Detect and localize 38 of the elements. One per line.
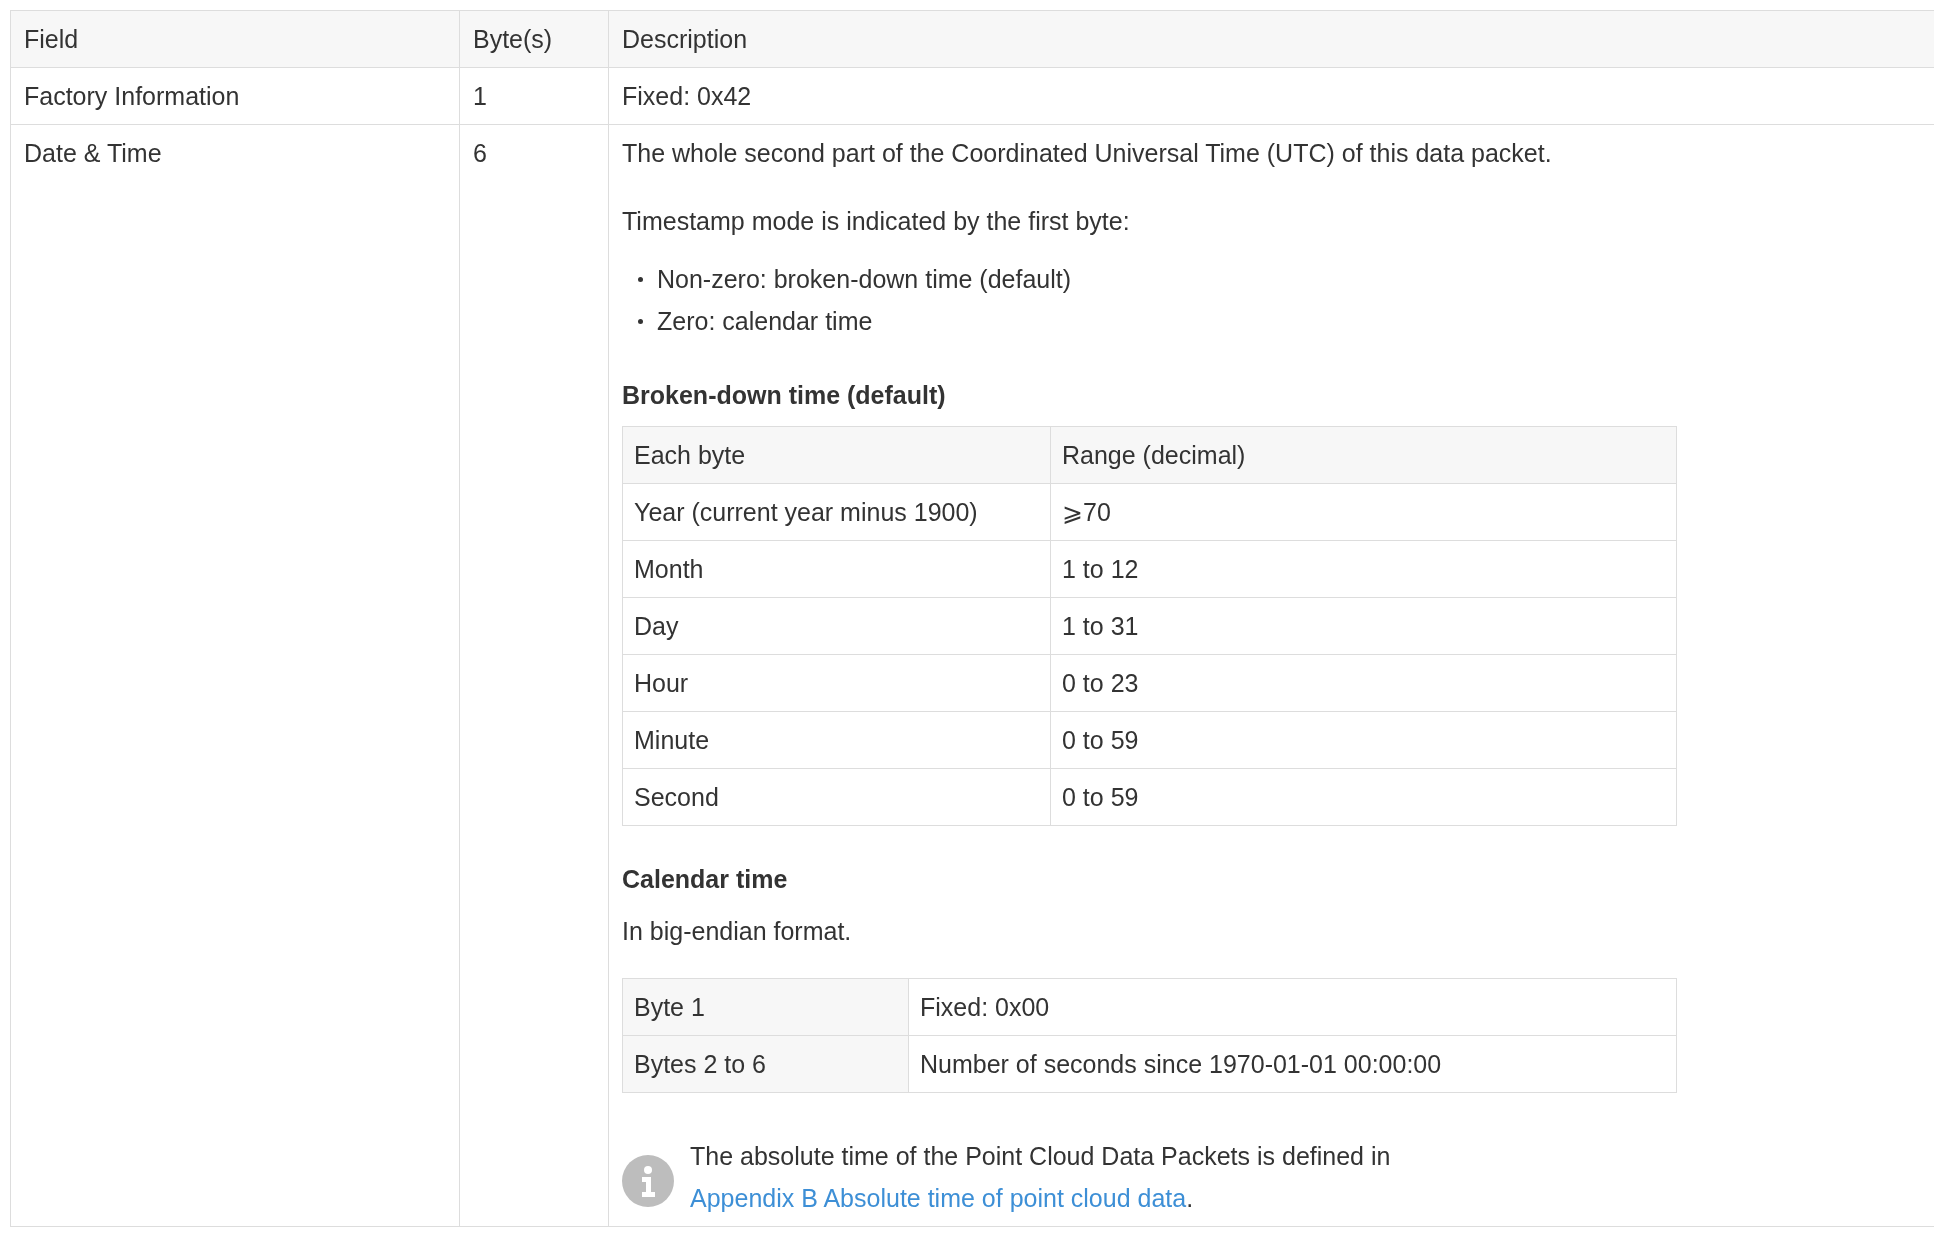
column-header: Each byte: [622, 426, 1051, 484]
table-cell: 0 to 59: [1050, 768, 1677, 826]
table-cell: 0 to 59: [1050, 711, 1677, 769]
table-cell: Second: [622, 768, 1051, 826]
list-item: Zero: calendar time: [657, 306, 873, 337]
field-cell: Factory Information: [10, 67, 460, 125]
bytes-cell: 1: [459, 67, 609, 125]
column-header: Field: [10, 10, 460, 68]
table-cell: Minute: [622, 711, 1051, 769]
bullet-icon: [638, 276, 643, 282]
table-cell: Year (current year minus 1900): [622, 483, 1051, 541]
note-text: The absolute time of the Point Cloud Data Packets is defined in Appendix B Absolute time of point cloud data.: [690, 1141, 1392, 1214]
bullet-icon: [638, 318, 643, 324]
table-cell: Day: [622, 597, 1051, 655]
section-heading: Calendar time: [622, 864, 789, 895]
description-text: The whole second part of the Coordinated Universal Time (UTC) of this data packet.: [622, 138, 1553, 169]
description-text: Fixed: 0x42: [622, 81, 753, 112]
column-header: Description: [608, 10, 1934, 68]
table-cell: ⩾70: [1050, 483, 1677, 541]
table-cell: Fixed: 0x00: [908, 978, 1677, 1036]
row-header: Byte 1: [622, 978, 909, 1036]
bytes-cell: 6: [459, 124, 609, 1227]
list-item: Non-zero: broken-down time (default): [657, 264, 1072, 295]
column-header: Byte(s): [459, 10, 609, 68]
info-icon: [622, 1155, 674, 1207]
section-heading: Broken-down time (default): [622, 380, 947, 411]
description-text: In big-endian format.: [622, 916, 853, 947]
table-cell: 0 to 23: [1050, 654, 1677, 712]
table-cell: 1 to 12: [1050, 540, 1677, 598]
field-cell: Date & Time: [10, 124, 460, 1227]
table-cell: Number of seconds since 1970-01-01 00:00:00: [908, 1035, 1677, 1093]
appendix-link[interactable]: Appendix B Absolute time of point cloud data: [690, 1184, 1187, 1212]
column-header: Range (decimal): [1050, 426, 1677, 484]
table-cell: 1 to 31: [1050, 597, 1677, 655]
table-cell: Month: [622, 540, 1051, 598]
table-cell: Hour: [622, 654, 1051, 712]
description-text: Timestamp mode is indicated by the first byte:: [622, 206, 1131, 237]
row-header: Bytes 2 to 6: [622, 1035, 909, 1093]
